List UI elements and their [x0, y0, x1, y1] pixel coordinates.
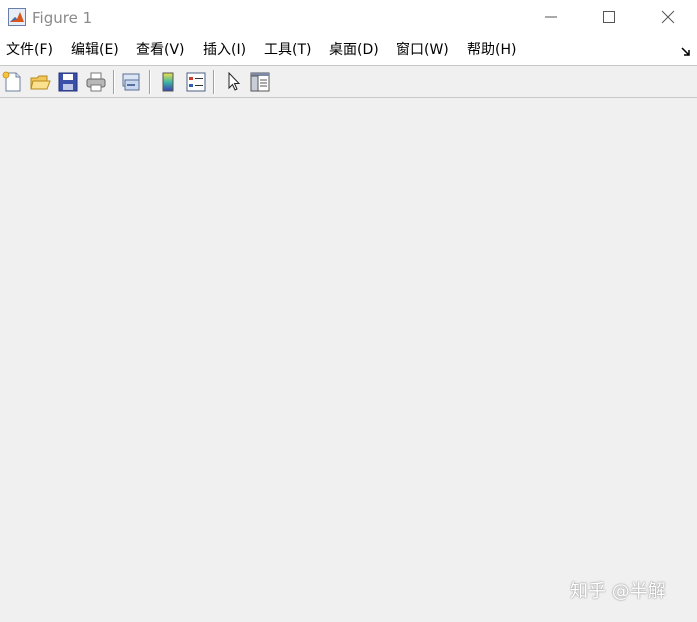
minimize-icon — [545, 16, 557, 18]
link-plot-icon[interactable] — [120, 71, 142, 93]
dock-arrow-icon[interactable] — [680, 43, 692, 56]
close-icon — [661, 10, 675, 24]
figure-window: Figure 1 文件(F) 编辑(E) 查看(V) 插入(I) 工具(T) 桌… — [0, 0, 697, 622]
menu-window[interactable]: 窗口(W) — [396, 41, 449, 59]
figure-toolbar — [0, 65, 697, 98]
toolbar-separator — [149, 70, 151, 94]
watermark-text: 知乎 @半解 — [570, 581, 666, 602]
insert-colorbar-icon[interactable] — [157, 71, 179, 93]
menu-bar: 文件(F) 编辑(E) 查看(V) 插入(I) 工具(T) 桌面(D) 窗口(W… — [0, 36, 697, 65]
print-icon[interactable] — [85, 71, 107, 93]
menu-insert[interactable]: 插入(I) — [203, 41, 246, 59]
figure-canvas[interactable] — [0, 98, 697, 622]
save-icon[interactable] — [57, 71, 79, 93]
maximize-icon — [603, 11, 615, 23]
minimize-button[interactable] — [522, 0, 580, 34]
insert-legend-icon[interactable] — [185, 71, 207, 93]
close-button[interactable] — [639, 0, 697, 34]
maximize-button[interactable] — [580, 0, 638, 34]
edit-plot-pointer-icon[interactable] — [223, 71, 245, 93]
menu-edit[interactable]: 编辑(E) — [71, 41, 119, 59]
menu-tools[interactable]: 工具(T) — [264, 41, 311, 59]
menu-desktop[interactable]: 桌面(D) — [329, 41, 379, 59]
title-bar[interactable]: Figure 1 — [0, 0, 697, 36]
menu-help[interactable]: 帮助(H) — [467, 41, 516, 59]
menu-file[interactable]: 文件(F) — [6, 41, 53, 59]
property-inspector-icon[interactable] — [249, 71, 271, 93]
menu-view[interactable]: 查看(V) — [136, 41, 185, 59]
new-figure-icon[interactable] — [2, 71, 24, 93]
toolbar-separator — [113, 70, 115, 94]
open-file-icon[interactable] — [29, 71, 51, 93]
window-title: Figure 1 — [32, 9, 93, 27]
toolbar-separator — [213, 70, 215, 94]
matlab-logo-icon — [8, 8, 26, 26]
